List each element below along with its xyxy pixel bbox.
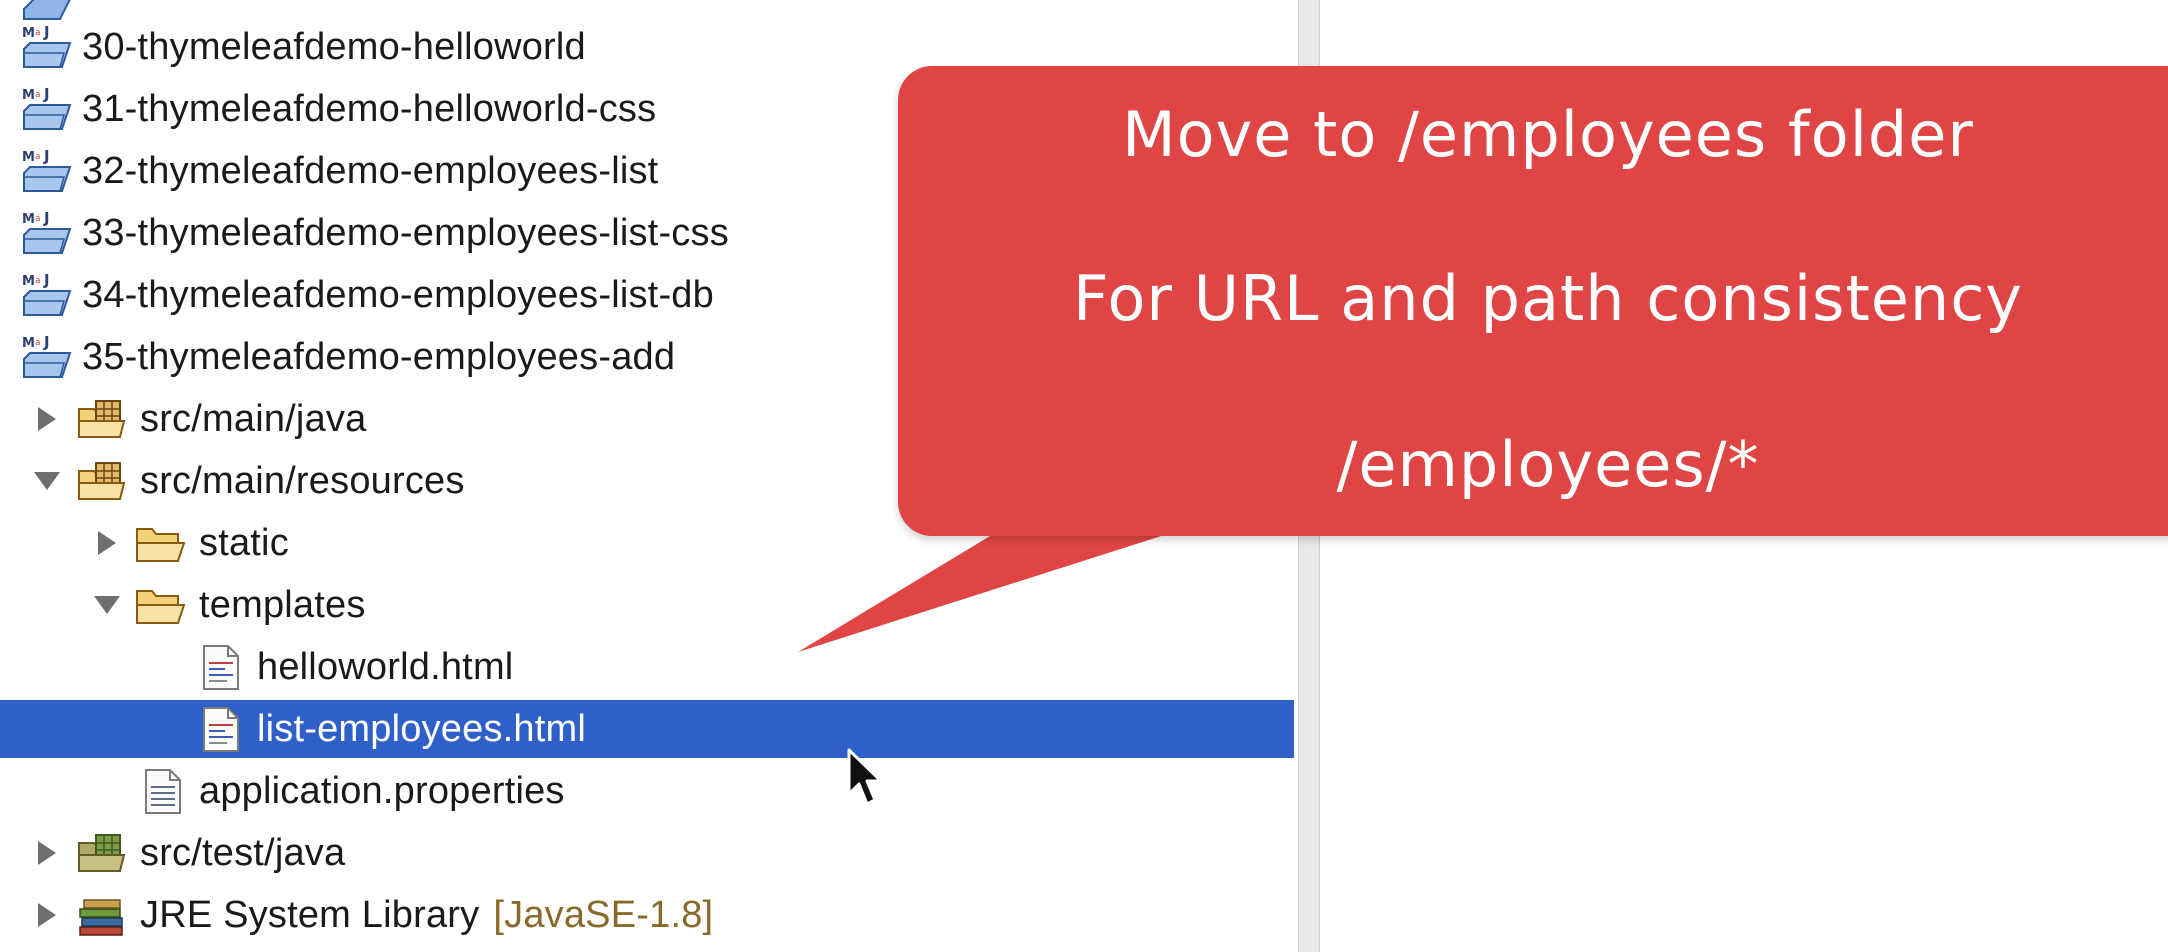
- collapse-arrow-icon[interactable]: [30, 464, 64, 498]
- tree-label: application.properties: [199, 769, 565, 812]
- callout-line-1: Move to /employees folder: [1122, 98, 1974, 171]
- maven-project-icon: M a J: [20, 23, 74, 71]
- tree-row-helloworld[interactable]: helloworld.html: [0, 638, 1294, 696]
- project-label: 30-thymeleafdemo-helloworld: [82, 25, 586, 68]
- expand-arrow-icon[interactable]: [30, 836, 64, 870]
- text-file-icon: [136, 767, 190, 815]
- svg-text:M: M: [22, 336, 35, 351]
- maven-project-icon: M a J: [20, 271, 74, 319]
- expand-arrow-icon[interactable]: [30, 898, 64, 932]
- svg-text:J: J: [43, 271, 50, 289]
- tree-label: helloworld.html: [257, 645, 514, 688]
- maven-project-icon: M a J: [20, 209, 74, 257]
- tree-label: templates: [199, 583, 366, 626]
- test-source-folder-icon: [76, 829, 130, 877]
- html-file-icon: [194, 705, 248, 753]
- tree-row-jre-library[interactable]: JRE System Library [JavaSE-1.8]: [0, 886, 1294, 944]
- source-folder-icon: [76, 395, 130, 443]
- svg-text:J: J: [43, 209, 50, 227]
- expand-arrow-icon[interactable]: [30, 402, 64, 436]
- tree-row-application-properties[interactable]: application.properties: [0, 762, 1294, 820]
- svg-text:a: a: [35, 28, 41, 38]
- html-file-icon: [194, 643, 248, 691]
- expand-arrow-icon[interactable]: [90, 526, 124, 560]
- tree-row-src-test-java[interactable]: src/test/java: [0, 824, 1294, 882]
- collapse-arrow-icon[interactable]: [90, 588, 124, 622]
- project-label: 31-thymeleafdemo-helloworld-css: [82, 87, 657, 130]
- maven-project-icon: M a J: [20, 147, 74, 195]
- project-label: 32-thymeleafdemo-employees-list: [82, 149, 659, 192]
- tree-label: list-employees.html: [257, 707, 587, 750]
- tree-label: static: [199, 521, 289, 564]
- maven-project-icon: M a J: [20, 333, 74, 381]
- source-folder-icon: [76, 457, 130, 505]
- svg-text:M: M: [22, 88, 35, 103]
- svg-text:M: M: [22, 26, 35, 41]
- mouse-cursor-icon: [847, 748, 883, 806]
- tree-label-with-decoration: JRE System Library [JavaSE-1.8]: [140, 894, 713, 937]
- svg-text:a: a: [35, 338, 41, 348]
- project-label: 33-thymeleafdemo-employees-list-css: [82, 211, 729, 254]
- library-label: JRE System Library: [140, 893, 480, 936]
- folder-open-icon: [134, 519, 188, 567]
- library-icon: [76, 891, 130, 939]
- library-version-decoration: [JavaSE-1.8]: [493, 893, 714, 936]
- tree-row-list-employees[interactable]: list-employees.html: [0, 700, 1294, 758]
- callout-line-2: For URL and path consistency: [1073, 262, 2023, 335]
- svg-text:a: a: [35, 214, 41, 224]
- tree-row-templates[interactable]: templates: [0, 576, 1294, 634]
- svg-text:J: J: [43, 23, 50, 41]
- svg-text:J: J: [43, 147, 50, 165]
- svg-text:M: M: [22, 150, 35, 165]
- svg-text:J: J: [43, 333, 50, 351]
- svg-text:a: a: [35, 152, 41, 162]
- svg-text:a: a: [35, 90, 41, 100]
- folder-open-icon: [134, 581, 188, 629]
- tree-label: src/main/java: [140, 397, 367, 440]
- svg-text:a: a: [35, 276, 41, 286]
- svg-text:J: J: [43, 85, 50, 103]
- tree-label: src/test/java: [140, 831, 346, 874]
- callout-line-3: /employees/*: [1336, 428, 1760, 501]
- svg-text:M: M: [22, 212, 35, 227]
- project-label: 35-thymeleafdemo-employees-add: [82, 335, 676, 378]
- project-label: 34-thymeleafdemo-employees-list-db: [82, 273, 714, 316]
- maven-project-icon: M a J: [20, 85, 74, 133]
- tree-label: src/main/resources: [140, 459, 465, 502]
- svg-text:M: M: [22, 274, 35, 289]
